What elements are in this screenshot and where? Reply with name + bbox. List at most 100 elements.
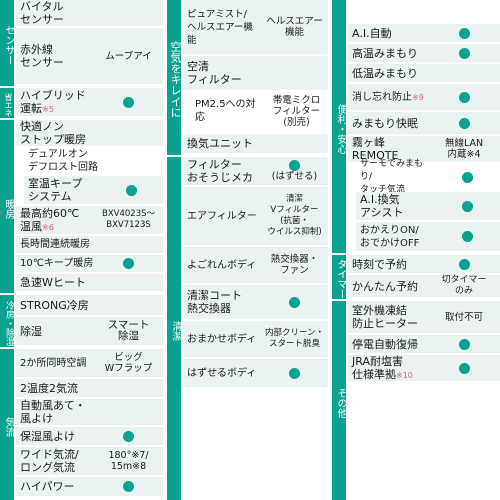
spec-row: 時刻で予約 xyxy=(348,255,500,275)
available-dot-icon xyxy=(458,338,470,350)
available-dot-icon xyxy=(126,184,137,196)
spec-row: 保湿風よけ xyxy=(16,427,163,447)
feature-label: 時刻で予約 xyxy=(352,257,407,271)
spec-row: 消し忘れ防止※9 xyxy=(348,84,500,112)
feature-label: A.I.自動 xyxy=(352,26,392,40)
spec-row: 除湿 スマート 除湿 xyxy=(16,317,163,347)
feature-label: JRA耐塩害 仕様準拠※10 xyxy=(352,354,413,381)
feature-label: 低温みまもり xyxy=(352,66,418,80)
feature-label: バイタル センサー xyxy=(20,0,64,26)
spec-row: 赤外線 センサー ムーブアイ xyxy=(16,28,163,86)
category-cooling: 冷房・除湿 xyxy=(0,295,14,347)
feature-label: PM2.5への対応 xyxy=(195,99,256,123)
footnote-mark: ※10 xyxy=(396,370,413,380)
feature-label: よごれんボディ xyxy=(187,259,257,271)
feature-value: 180°※7/ 15m※8 xyxy=(108,450,149,472)
spec-row: 2温度2気流 xyxy=(16,379,163,399)
column-2: 空気をキレイに 清潔 ピュアミスト/ ヘルスエアー機能 ヘルスエアー 機能 空清… xyxy=(167,0,328,500)
spec-row: STRONG冷房 xyxy=(16,295,163,317)
feature-label: 自動風あて・ 風よけ xyxy=(20,399,86,425)
feature-value: 無線LAN 内蔵※4 xyxy=(444,138,484,160)
feature-label: はずせるボディ xyxy=(187,367,257,379)
category-sensor: センサー xyxy=(0,0,14,86)
feature-value: (はずせる) xyxy=(271,171,318,182)
spec-table: センサー 省エネ 暖房 冷房・除湿 気流 バイタル センサー 赤外線 センサー … xyxy=(0,0,500,500)
spec-row: デュアルオン デフロスト回路 xyxy=(24,148,163,176)
available-dot-icon xyxy=(123,430,134,442)
feature-label: 除湿 xyxy=(20,324,42,338)
feature-label: 急速Wヒート xyxy=(20,276,86,289)
spec-row: よごれんボディ 熱交換器・ ファン xyxy=(183,247,328,285)
feature-value: BXV4023S〜 BXV7123S xyxy=(102,209,155,230)
category-airflow: 気流 xyxy=(0,349,14,500)
spec-row: 10℃キープ暖房 xyxy=(16,255,163,274)
feature-value: ビッグ Wフラップ xyxy=(104,352,153,374)
feature-label: みまもり快眠 xyxy=(352,116,418,130)
feature-value: ヘルスエアー 機能 xyxy=(266,16,323,38)
spec-row: 最高約60℃ 温風※6 BXV4023S〜 BXV7123S xyxy=(16,206,163,236)
feature-label: 室温キープ システム xyxy=(28,177,83,203)
available-dot-icon xyxy=(289,296,300,308)
feature-label: 長時間連続暖房 xyxy=(20,239,90,250)
category-timer: タイマー xyxy=(332,255,346,299)
feature-value: 清潔 Vフィルター (抗菌・ ウイルス抑制) xyxy=(267,194,322,237)
spec-row: エアフィルター 清潔 Vフィルター (抗菌・ ウイルス抑制) xyxy=(183,187,328,247)
feature-label: 10℃キープ暖房 xyxy=(20,258,94,269)
available-dot-icon xyxy=(461,171,473,183)
spec-row: 2か所同時空調 ビッグ Wフラップ xyxy=(16,349,163,379)
spec-row: A.I.換気 アシスト xyxy=(356,192,500,222)
available-dot-icon xyxy=(123,258,134,269)
spec-row: バイタル センサー xyxy=(16,0,163,28)
feature-label: おまかせボディ xyxy=(187,333,257,345)
feature-label: おかえりON/ おでかけOFF xyxy=(360,224,420,249)
feature-label: 赤外線 センサー xyxy=(20,43,64,69)
feature-label: 快適ノン ストップ暖房 xyxy=(20,120,86,146)
spec-row: おかえりON/ おでかけOFF xyxy=(356,222,500,253)
feature-value: スマート 除湿 xyxy=(107,319,150,342)
spec-row: 自動風あて・ 風よけ xyxy=(16,399,163,427)
footnote-mark: ※6 xyxy=(42,222,54,232)
feature-value: 取付不可 xyxy=(444,311,483,323)
spec-row: A.I.自動 xyxy=(348,24,500,44)
feature-label: 停電自動復帰 xyxy=(352,337,418,351)
spec-row: ハイパワー xyxy=(16,477,163,498)
feature-label: 空清 フィルター xyxy=(187,60,242,86)
feature-value: 内部クリーン・ スタート脱臭 xyxy=(264,328,325,349)
spec-row: JRA耐塩害 仕様準拠※10 xyxy=(348,355,500,383)
category-convenience: 便利・安心 xyxy=(332,0,346,253)
category-eco: 省エネ xyxy=(0,88,14,118)
feature-label: 室外機凍結 防止ヒーター xyxy=(352,304,418,330)
spec-row: 空清 フィルター xyxy=(183,56,328,92)
category-heating: 暖房 xyxy=(0,120,14,293)
spec-row: ハイブリッド 運転※5 xyxy=(16,88,163,118)
spec-row: サーモでみまもり/ タッチ気流 xyxy=(356,159,500,195)
feature-label: デュアルオン デフロスト回路 xyxy=(28,149,98,173)
spec-row: おまかせボディ 内部クリーン・ スタート脱臭 xyxy=(183,321,328,359)
feature-label: 2温度2気流 xyxy=(20,381,78,395)
feature-label: STRONG冷房 xyxy=(20,298,89,312)
spec-row: PM2.5への対応 帯電ミクロ フィルター (別売) xyxy=(191,92,328,132)
spec-row: 低温みまもり xyxy=(348,64,500,84)
spec-row: 高温みまもり xyxy=(348,44,500,64)
feature-label: 保湿風よけ xyxy=(20,429,75,443)
feature-label: 2か所同時空調 xyxy=(20,357,87,369)
spec-row: かんたん予約 切タイマー のみ xyxy=(348,275,500,299)
spec-row: はずせるボディ xyxy=(183,359,328,389)
feature-label: 最高約60℃ 温風※6 xyxy=(20,206,80,233)
available-dot-icon xyxy=(123,481,134,492)
feature-label: 清潔コート 熱交換器 xyxy=(187,289,242,315)
category-clean-air: 空気をキレイに xyxy=(167,0,182,155)
feature-value: ムーブアイ xyxy=(105,50,152,62)
category-other: その他 xyxy=(332,301,346,500)
footnote-mark: ※5 xyxy=(42,104,54,114)
spec-row: 停電自動復帰 xyxy=(348,335,500,355)
column-1: センサー 省エネ 暖房 冷房・除湿 気流 バイタル センサー 赤外線 センサー … xyxy=(0,0,163,500)
feature-value: 切タイマー のみ xyxy=(441,275,487,296)
spec-row: 急速Wヒート xyxy=(16,274,163,293)
available-dot-icon xyxy=(458,117,470,129)
feature-label: 換気ユニット xyxy=(187,137,253,150)
spec-row: フィルター おそうじメカ (はずせる) xyxy=(183,157,328,187)
spec-row: 換気ユニット xyxy=(183,134,328,155)
spec-row: 長時間連続暖房 xyxy=(16,236,163,255)
feature-label: ワイド気流/ ロング気流 xyxy=(20,448,79,474)
